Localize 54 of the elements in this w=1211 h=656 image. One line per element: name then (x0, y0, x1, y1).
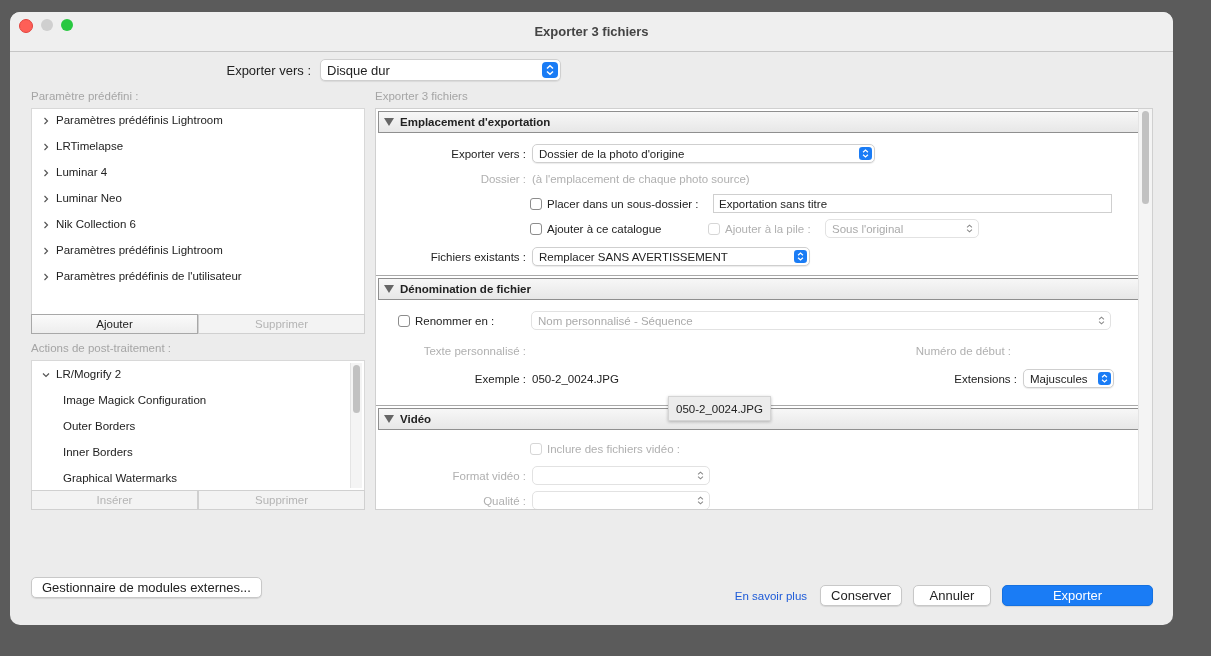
list-button[interactable]: Ajouter (31, 314, 198, 334)
tooltip: 050-2_0024.JPG (668, 396, 771, 421)
field-label: Qualité : (482, 494, 526, 507)
checkbox[interactable]: Placer dans un sous-dossier : (530, 197, 713, 210)
dropdown[interactable]: Disque dur (320, 59, 561, 81)
input-field[interactable]: Exportation sans titre (713, 194, 1112, 213)
section-header[interactable]: Emplacement d'exportation (378, 111, 1140, 133)
field-label: Format vidéo : (451, 469, 526, 482)
dialog-button[interactable]: Conserver (820, 585, 902, 606)
field-label: Texte personnalisé : (422, 344, 526, 357)
preset-item[interactable]: Luminar 4 (32, 159, 108, 185)
section-header[interactable]: Dénomination de fichier (378, 278, 1140, 300)
field-label: Exporter vers : (225, 62, 311, 78)
checkbox[interactable]: Ajouter à ce catalogue (530, 222, 708, 235)
preset-item[interactable]: Paramètres prédéfinis Lightroom (32, 107, 223, 133)
action-group[interactable]: LR/Mogrify 2 (32, 361, 122, 387)
preset-item[interactable]: Nik Collection 6 (32, 211, 136, 237)
minimize-button[interactable] (41, 19, 53, 31)
preset-item[interactable]: Luminar Neo (32, 185, 122, 211)
section-label: Actions de post-traitement : (31, 341, 171, 355)
window-title: Exporter 3 fichiers (534, 23, 649, 39)
dropdown[interactable]: Majuscules (1023, 369, 1114, 388)
stepper-icon (542, 62, 558, 78)
dialog-button[interactable]: Annuler (913, 585, 991, 606)
field-label: Extensions : (954, 372, 1017, 385)
field-label: Exporter vers : (450, 147, 526, 160)
scrollbar[interactable] (350, 363, 362, 488)
field-label: Dossier : (479, 172, 526, 185)
plugin-manager-button[interactable]: Gestionnaire de modules externes... (31, 577, 262, 598)
scrollbar[interactable] (1138, 109, 1152, 509)
zoom-button[interactable] (61, 19, 73, 31)
stepper-icon (1098, 372, 1111, 385)
learn-more-link[interactable]: En savoir plus (734, 589, 808, 602)
dropdown[interactable]: Dossier de la photo d'origine (532, 144, 875, 163)
stepper-icon (859, 147, 872, 160)
field-label: Fichiers existants : (429, 250, 526, 263)
example-filename: 050-2_0024.JPG (532, 372, 619, 385)
action-item[interactable]: Inner Borders (32, 439, 133, 465)
section-label: Paramètre prédéfini : (31, 89, 139, 103)
action-item[interactable]: Graphical Watermarks (32, 465, 177, 491)
folder-text: (à l'emplacement de chaque photo source) (532, 172, 750, 185)
section-label: Exporter 3 fichiers (375, 89, 468, 103)
preset-item[interactable]: Paramètres prédéfinis Lightroom (32, 237, 223, 263)
stepper-icon (794, 250, 807, 263)
dialog-button[interactable]: Exporter (1002, 585, 1153, 606)
checkbox[interactable]: Renommer en : (398, 314, 531, 327)
preset-item[interactable]: Paramètres prédéfinis de l'utilisateur (32, 263, 242, 289)
preset-item[interactable]: LRTimelapse (32, 133, 124, 159)
field-label: Exemple : (473, 372, 526, 385)
action-item[interactable]: Image Magick Configuration (32, 387, 207, 413)
field-label: Numéro de début : (915, 344, 1011, 357)
dropdown[interactable]: Remplacer SANS AVERTISSEMENT (532, 247, 810, 266)
close-button[interactable] (19, 19, 33, 33)
action-item[interactable]: Outer Borders (32, 413, 136, 439)
